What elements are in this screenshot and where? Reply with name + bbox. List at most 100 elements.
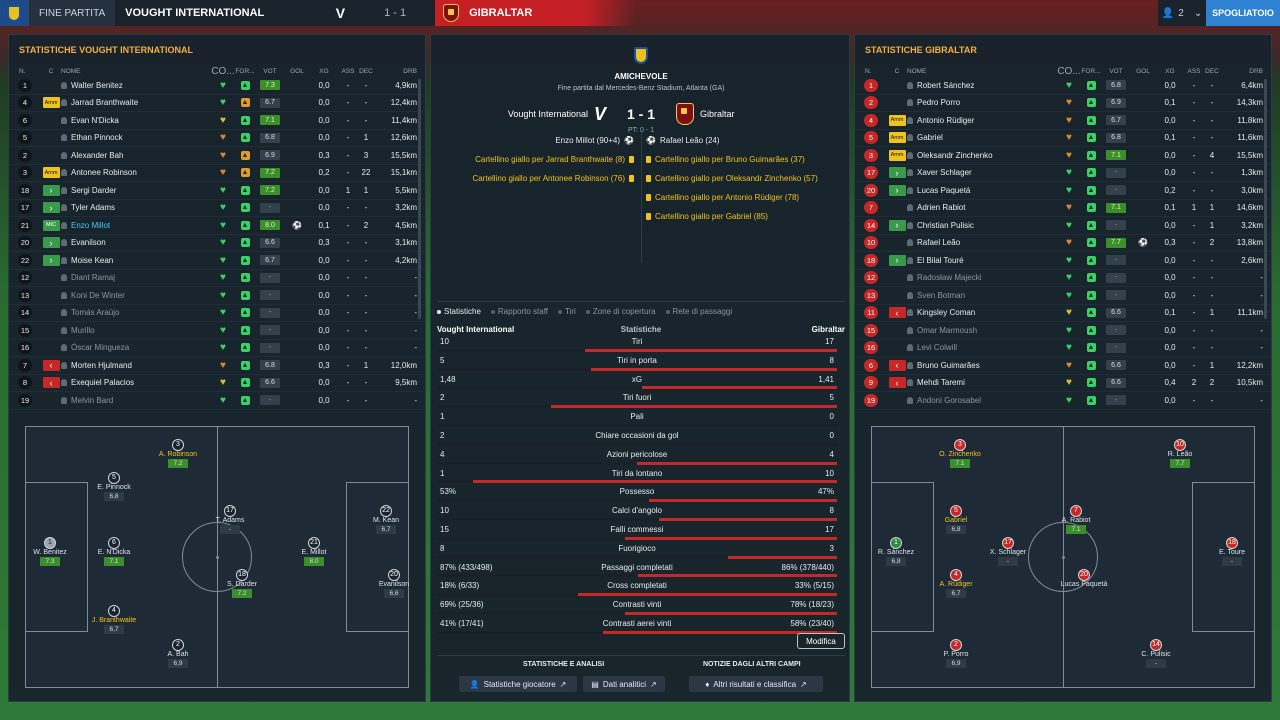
player-name[interactable]: Antonee Robinson [71,168,137,177]
table-row[interactable]: 12 Diant Ramaj ♥ ▲ -0,0- - - [9,270,425,287]
player-name-cell[interactable]: Evanilson [61,238,211,247]
player-name-cell[interactable]: Oleksandr Zinchenko [907,151,1057,160]
tab-rete-di-passaggi[interactable]: Rete di passaggi [665,307,732,316]
table-row[interactable]: 4 Amm Jarrad Branthwaite ♥ ▲ 6.7 0,0 - - 12,4km [9,95,425,112]
tab-rapporto-staff[interactable]: Rapporto staff [490,307,548,316]
player-name-cell[interactable]: Tyler Adams [61,203,211,212]
player-name[interactable]: Pedro Porro [917,98,960,107]
table-row[interactable]: 20 › Lucas Paquetá ♥ ▲ -0,2- -3,0km [855,182,1271,200]
table-row[interactable]: 14 Tomás Araújo ♥ ▲ -0,0- - - [9,305,425,322]
player-name[interactable]: Sven Botman [917,291,965,300]
player-name-cell[interactable]: Omar Marmoush [907,326,1057,335]
col-name[interactable]: NOME [61,68,211,75]
pitch-player[interactable]: 7 A. Rabiot 7.1 [1044,505,1108,534]
player-name[interactable]: Evan N'Dicka [71,116,119,125]
club-logo[interactable] [0,0,28,26]
pitch-player[interactable]: 1 R. Sánchez 6,8 [864,537,928,566]
pitch-player[interactable]: 17 T. Adams - [198,505,262,534]
player-name[interactable]: Radosław Majecki [917,273,981,282]
col-xg[interactable]: XG [1155,68,1185,75]
player-name-cell[interactable]: Exequiel Palacios [61,378,211,387]
table-row[interactable]: 13 Koni De Winter ♥ ▲ -0,0- - - [9,287,425,305]
table-row[interactable]: 17 › Xaver Schlager ♥ ▲ -0,0- -1,3km [855,165,1271,182]
player-name-cell[interactable]: Sergi Darder [61,186,211,195]
player-name-cell[interactable]: Sven Botman [907,291,1057,300]
table-row[interactable]: 21 MIC Enzo Millot ♥ ▲ 8.0 ⚽ 0,1 - 2 4,5km [9,217,425,235]
table-row[interactable]: 2 Alexander Bah ♥ ▲ 6.9 0,3 - 3 15,5km [9,147,425,165]
pitch-player[interactable]: 20 Evanilson 6,6 [362,569,426,598]
pitch-player[interactable]: 21 E. Millot 8.0 [282,537,346,566]
table-row[interactable]: 12 Radosław Majecki ♥ ▲ -0,0- - - [855,270,1271,287]
table-row[interactable]: 2 Pedro Porro ♥ ▲ 6.9 0,1 - - 14,3km [855,95,1271,112]
pitch-player[interactable]: 10 R. Leão 7.7 [1148,439,1212,468]
col-co[interactable]: CO... [1057,66,1081,77]
player-name-cell[interactable]: Walter Benitez [61,81,211,90]
tab-zone-di-copertura[interactable]: Zone di copertura [585,307,656,316]
col-xg[interactable]: XG [309,68,339,75]
match-home[interactable]: Vought International V [476,104,606,125]
player-name[interactable]: Walter Benitez [71,81,123,90]
home-list-scrollbar[interactable] [418,79,421,319]
player-name-cell[interactable]: Moise Kean [61,256,211,265]
tab-tiri[interactable]: Tiri [558,307,576,316]
table-row[interactable]: 17 › Tyler Adams ♥ ▲ -0,0- -3,2km [9,200,425,217]
col-no[interactable]: N. [855,68,887,75]
col-vot[interactable]: VOT [1101,68,1131,75]
pitch-player[interactable]: 5 Gabriel 6,8 [924,505,988,534]
col-no[interactable]: N. [9,68,41,75]
table-row[interactable]: 1 Robert Sánchez ♥ ▲ 6.8 0,0 - - 6,4km [855,77,1271,95]
player-name[interactable]: Andoni Gorosabel [917,396,981,405]
table-row[interactable]: 18 › El Bilal Touré ♥ ▲ -0,0- -2,6km [855,252,1271,270]
table-row[interactable]: 9 ‹ Mehdi Taremi ♥ ▲ 6.6 0,4 2 2 10,5km [855,375,1271,392]
player-name[interactable]: Adrien Rabiot [917,203,965,212]
player-name-cell[interactable]: Kingsley Coman [907,308,1057,317]
table-row[interactable]: 15 Murillo ♥ ▲ -0,0- - - [9,322,425,340]
player-name-cell[interactable]: Andoni Gorosabel [907,396,1057,405]
pitch-player[interactable]: 2 P. Porro 6,9 [924,639,988,668]
table-row[interactable]: 15 Omar Marmoush ♥ ▲ -0,0- - - [855,322,1271,340]
player-name[interactable]: Tomás Araújo [71,308,119,317]
player-name[interactable]: Koni De Winter [71,291,125,300]
player-name-cell[interactable]: Ethan Pinnock [61,133,211,142]
table-row[interactable]: 10 Rafael Leão ♥ ▲ 7.7 ⚽ 0,3 - 2 13,8km [855,235,1271,252]
pitch-player[interactable]: 1 W. Benitez 7.3 [18,537,82,566]
pitch-player[interactable]: 4 A. Rüdiger 6,7 [924,569,988,598]
other-results-button[interactable]: ♦ Altri risultati e classifica ↗ [689,676,823,692]
pitch-player[interactable]: 14 C. Pulisic - [1124,639,1188,668]
table-row[interactable]: 22 › Moise Kean ♥ ▲ 6.7 0,0 - - 4,2km [9,252,425,270]
player-name-cell[interactable]: Melvin Bard [61,396,211,405]
away-list-scrollbar[interactable] [1264,79,1267,319]
player-name[interactable]: Omar Marmoush [917,326,977,335]
tab-statistiche[interactable]: Statistiche [437,307,481,316]
player-name[interactable]: Jarrad Branthwaite [71,98,138,107]
analytics-button[interactable]: ▤ Dati analitici ↗ [583,676,665,692]
player-name[interactable]: Kingsley Coman [917,308,975,317]
table-row[interactable]: 1 Walter Benitez ♥ ▲ 7.3 0,0 - - 4,9km [9,77,425,95]
player-name-cell[interactable]: Robert Sánchez [907,81,1057,90]
player-name-cell[interactable]: Christian Pulisic [907,221,1057,230]
pitch-player[interactable]: 20 Lucas Paquetá [1052,569,1116,588]
player-name[interactable]: Alexander Bah [71,151,123,160]
player-name-cell[interactable]: Rafael Leão [907,238,1057,247]
player-name[interactable]: Ethan Pinnock [71,133,123,142]
player-name-cell[interactable]: Pedro Porro [907,98,1057,107]
player-name-cell[interactable]: Lucas Paquetá [907,186,1057,195]
pitch-player[interactable]: 5 E. Pinnock 6,8 [82,472,146,501]
player-name[interactable]: Robert Sánchez [917,81,974,90]
player-name[interactable]: Bruno Guimarães [917,361,980,370]
player-name-cell[interactable]: Diant Ramaj [61,273,211,282]
player-name-cell[interactable]: Adrien Rabiot [907,203,1057,212]
pitch-player[interactable]: 2 A. Bah 6,9 [146,639,210,668]
pitch-player[interactable]: 6 E. N'Dicka 7.1 [82,537,146,566]
player-name[interactable]: Diant Ramaj [71,273,115,282]
table-row[interactable]: 14 › Christian Pulisic ♥ ▲ -0,0-1 3,2km [855,217,1271,235]
player-name[interactable]: Mehdi Taremi [917,378,965,387]
table-row[interactable]: 3 Amm Oleksandr Zinchenko ♥ ▲ 7.1 0,0 - 4 15,5km [855,147,1271,165]
player-name[interactable]: Christian Pulisic [917,221,974,230]
player-name[interactable]: Levi Colwill [917,343,957,352]
player-name[interactable]: Oleksandr Zinchenko [917,151,993,160]
dressing-room-button[interactable]: SPOGLIATOIO [1206,0,1280,26]
col-drb[interactable]: DRB [375,68,417,75]
player-name[interactable]: Antonio Rüdiger [917,116,974,125]
edit-button[interactable]: Modifica [797,633,845,649]
